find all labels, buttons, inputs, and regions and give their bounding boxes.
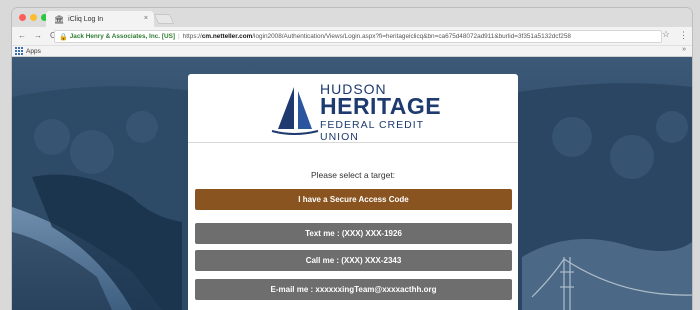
url-text: https://cm.netteller.com/login2008/Authe… (183, 33, 571, 40)
minimize-window-button[interactable] (30, 14, 37, 21)
back-arrow-icon[interactable]: ← (18, 31, 26, 40)
nav-buttons: ← → C (18, 31, 56, 40)
login-panel: HUDSON HERITAGE FEDERAL CREDIT UNION Ple… (188, 74, 518, 310)
target-prompt: Please select a target: (310, 170, 396, 180)
new-tab-button[interactable] (153, 14, 175, 24)
tab-title: iCliq Log In (68, 15, 104, 23)
url-path: /login2008/Authentication/Views/Login.as… (252, 33, 571, 40)
tab-close-icon[interactable]: × (144, 15, 148, 22)
tab-bar: 🏛 iCliq Log In × (12, 8, 692, 27)
logo-divider (188, 142, 518, 143)
browser-menu-icon[interactable]: ⋮ (679, 30, 688, 41)
address-separator: | (177, 33, 180, 40)
browser-window: 🏛 iCliq Log In × ← → C 🔒 Jack Henry & As… (12, 8, 692, 310)
logo-line-heritage: HERITAGE (320, 93, 442, 119)
browser-toolbar: ← → C 🔒 Jack Henry & Associates, Inc. [U… (12, 27, 692, 46)
credit-union-logo: HUDSON HERITAGE FEDERAL CREDIT UNION (268, 81, 442, 143)
page-content: HUDSON HERITAGE FEDERAL CREDIT UNION Ple… (12, 57, 692, 310)
secure-site-label: Jack Henry & Associates, Inc. [US] (69, 33, 175, 40)
bank-icon: 🏛 (54, 14, 65, 24)
call-me-button[interactable]: Call me : (XXX) XXX-2343 (195, 250, 512, 271)
forward-arrow-icon[interactable]: → (34, 31, 42, 40)
window-controls (19, 14, 48, 21)
bookmarks-bar: Apps » (12, 46, 692, 57)
browser-tab[interactable]: 🏛 iCliq Log In × (46, 11, 154, 27)
lock-icon: 🔒 (59, 33, 68, 41)
bookmark-star-icon[interactable]: ☆ (662, 29, 670, 40)
more-bookmarks-icon[interactable]: » (682, 46, 686, 53)
email-me-button[interactable]: E-mail me : xxxxxxingTeam@xxxxacthh.org (195, 279, 512, 300)
text-me-button[interactable]: Text me : (XXX) XXX-1926 (195, 223, 512, 244)
address-bar[interactable]: 🔒 Jack Henry & Associates, Inc. [US] | h… (54, 30, 662, 43)
secure-access-code-button[interactable]: I have a Secure Access Code (195, 189, 512, 210)
apps-bookmark[interactable]: Apps (26, 48, 41, 55)
url-domain: cm.netteller.com (201, 33, 253, 40)
logo-line-fcu: FEDERAL CREDIT UNION (320, 119, 424, 143)
close-window-button[interactable] (19, 14, 26, 21)
sailboat-logo-icon (271, 87, 319, 135)
url-scheme: https:// (182, 33, 202, 40)
apps-grid-icon[interactable] (15, 47, 23, 55)
